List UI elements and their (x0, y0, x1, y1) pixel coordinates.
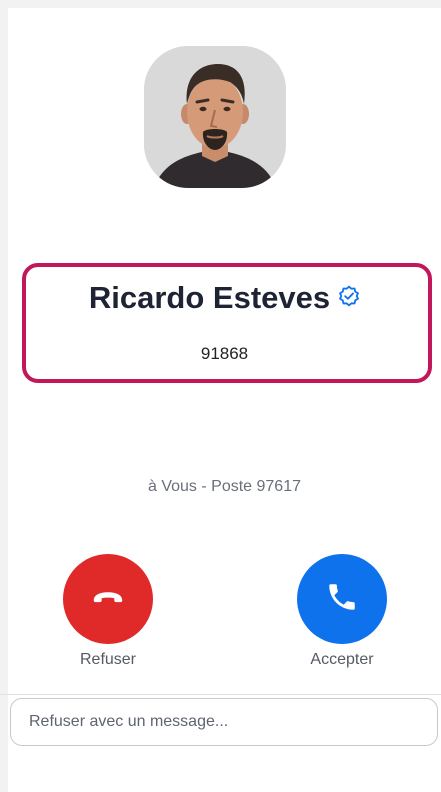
divider (0, 694, 441, 695)
caller-number: 91868 (200, 344, 249, 363)
phone-hangup-icon (89, 578, 127, 621)
accept-call-button[interactable] (297, 554, 387, 644)
caller-name-row: Ricardo Esteves (8, 278, 441, 318)
caller-name: Ricardo Esteves (88, 280, 331, 315)
caller-avatar (144, 46, 286, 188)
call-destination-text: à Vous - Poste 97617 (148, 478, 301, 495)
phone-icon (325, 580, 359, 619)
decline-with-message-input[interactable] (10, 698, 438, 746)
decline-label: Refuser (79, 651, 137, 668)
accept-label: Accepter (310, 651, 374, 668)
incoming-call-panel: Ricardo Esteves 91868 à Vous - Poste 976… (0, 8, 441, 792)
decline-call-button[interactable] (63, 554, 153, 644)
verified-badge-icon (338, 277, 360, 317)
